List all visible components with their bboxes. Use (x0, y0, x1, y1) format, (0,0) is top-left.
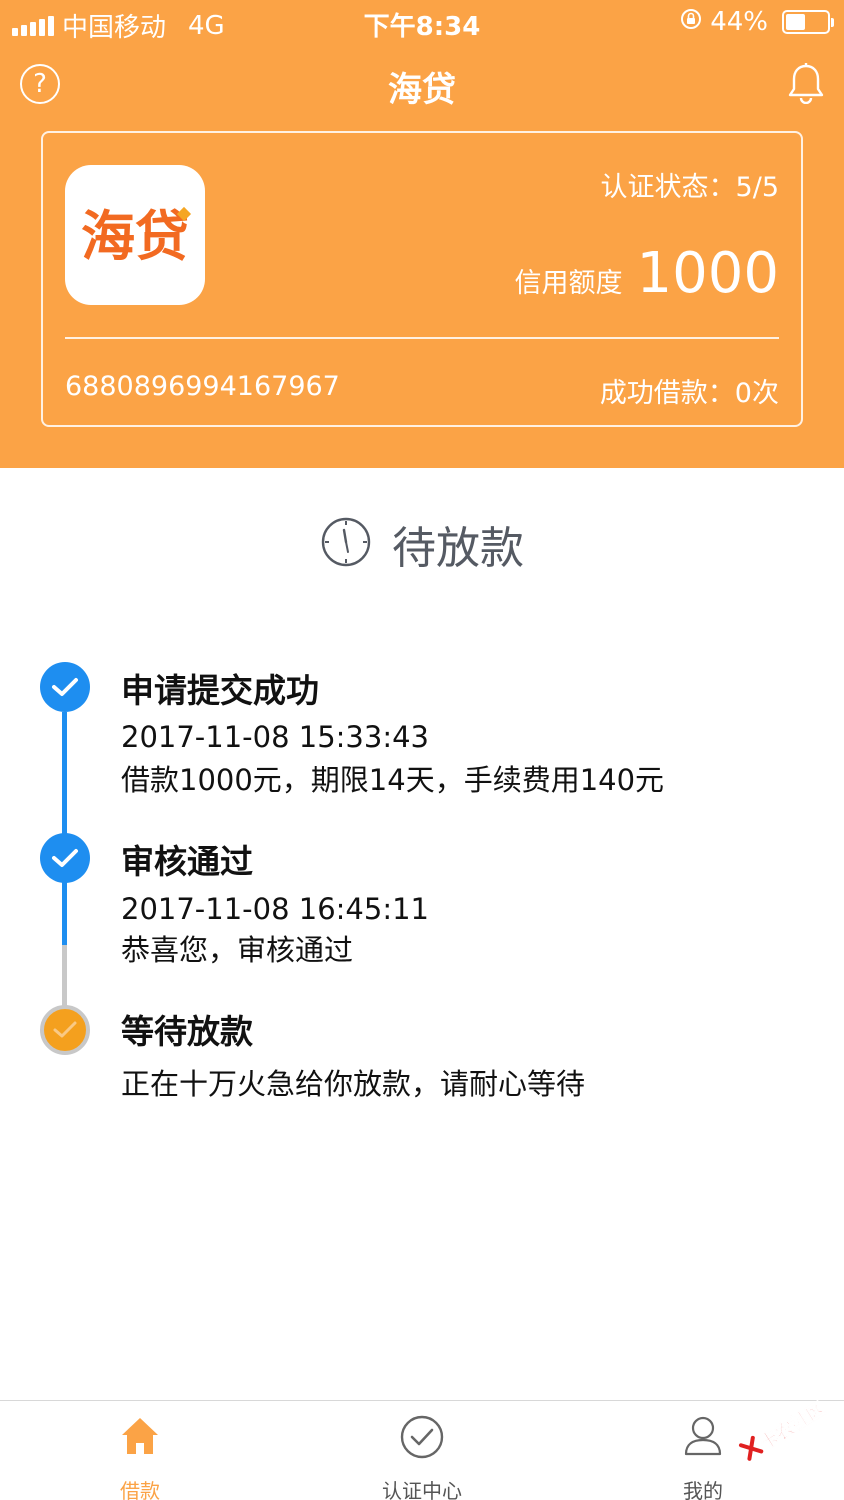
clock-icon (320, 516, 372, 572)
header: 中国移动 4G 下午8:34 44% ? 海贷 海贷 认证状态：5/5 信用额度… (0, 0, 844, 468)
bell-icon[interactable] (788, 62, 824, 105)
tab-borrow[interactable]: 借款 (40, 1401, 240, 1500)
status-bar: 中国移动 4G 下午8:34 44% (0, 0, 844, 43)
step-detail: 借款1000元，期限14天，手续费用140元 (121, 763, 665, 797)
app-logo: 海贷 (65, 165, 205, 305)
loan-status-screen: 中国移动 4G 下午8:34 44% ? 海贷 海贷 认证状态：5/5 信用额度… (0, 0, 844, 1500)
step-title: 审核通过 (121, 842, 253, 881)
credit-label: 信用额度 (514, 268, 623, 299)
step-detail: 正在十万火急给你放款，请耐心等待 (121, 1067, 586, 1101)
check-icon (52, 849, 78, 867)
credit-value: 1000 (636, 241, 779, 306)
step-detail: 恭喜您，审核通过 (121, 933, 354, 967)
loan-status-label: 待放款 (392, 523, 524, 574)
battery-percent: 44% (710, 7, 768, 37)
step-time: 2017-11-08 15:33:43 (121, 720, 429, 754)
home-icon (120, 1415, 160, 1461)
orientation-lock-icon (680, 7, 702, 37)
step-pending-indicator (40, 1005, 90, 1055)
timeline-connector (62, 712, 67, 945)
step-title: 等待放款 (121, 1012, 253, 1051)
account-number: 6880896994167967 (65, 371, 340, 402)
credit-card: 海贷 认证状态：5/5 信用额度 1000 6880896994167967 成… (41, 131, 803, 427)
tab-certification-center[interactable]: 认证中心 (322, 1401, 522, 1500)
credit-limit: 信用额度 1000 (514, 241, 779, 306)
step-title: 申请提交成功 (121, 671, 319, 710)
check-circle-icon (400, 1415, 444, 1463)
tab-label: 认证中心 (382, 1479, 462, 1500)
page-title: 海贷 (388, 70, 456, 110)
loan-status-heading: 待放款 (0, 512, 844, 576)
timeline-connector (62, 945, 67, 1007)
step-done-indicator (40, 833, 90, 883)
user-icon (683, 1415, 723, 1461)
check-icon (52, 678, 78, 696)
tab-bar: 借款 认证中心 我的 (0, 1400, 844, 1500)
success-loan-count: 成功借款：0次 (599, 378, 779, 409)
step-done-indicator (40, 662, 90, 712)
tab-label: 借款 (120, 1479, 160, 1500)
tab-label: 我的 (683, 1479, 723, 1500)
check-icon (53, 1021, 77, 1038)
card-divider (65, 337, 779, 339)
step-time: 2017-11-08 16:45:11 (121, 892, 429, 926)
battery-icon (782, 10, 834, 34)
svg-text:海贷: 海贷 (81, 205, 189, 268)
cert-status: 认证状态：5/5 (600, 172, 779, 203)
